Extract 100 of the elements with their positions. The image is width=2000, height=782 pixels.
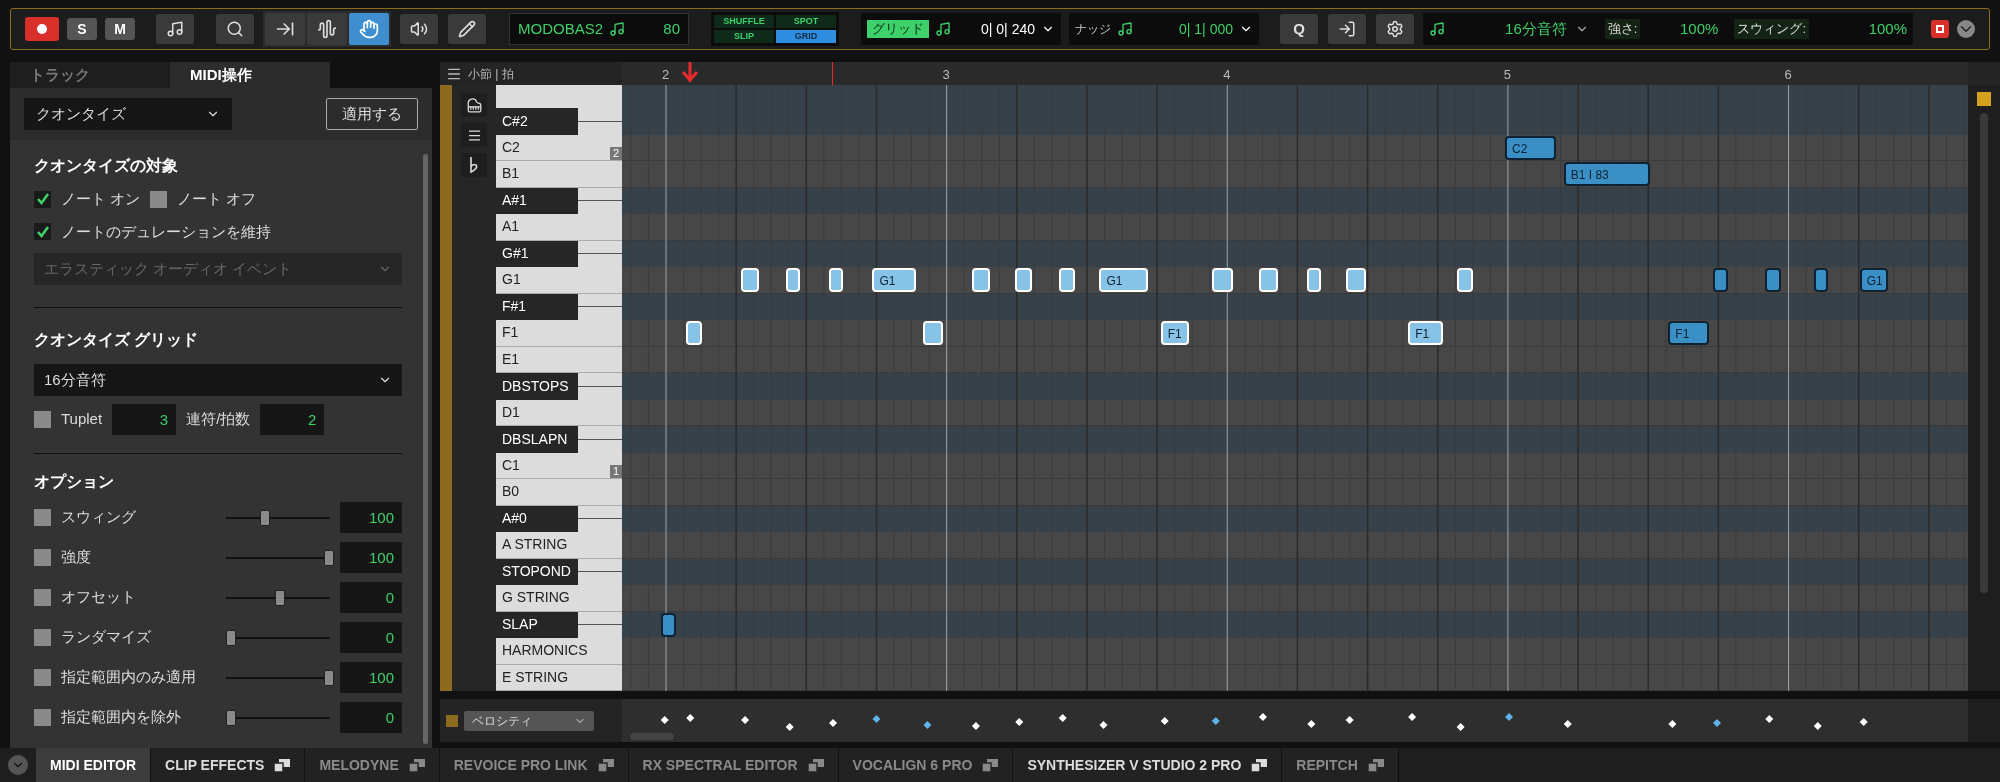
checkbox[interactable]: [34, 629, 51, 646]
flat-button[interactable]: [461, 153, 487, 177]
sharp-piano-key[interactable]: DBSTOPS: [496, 373, 578, 400]
mute-button[interactable]: M: [105, 18, 135, 40]
waveform-tool-button[interactable]: [307, 13, 347, 45]
pencil-button[interactable]: [447, 13, 487, 45]
option-value-field[interactable]: 0: [339, 582, 402, 613]
playhead-marker-icon[interactable]: [682, 62, 698, 82]
scrollbar[interactable]: [423, 154, 428, 744]
panel-tab[interactable]: トラック: [10, 62, 170, 88]
settings-button[interactable]: [1375, 13, 1415, 45]
solo-button[interactable]: S: [67, 18, 97, 40]
track-name-field[interactable]: MODOBAS2 80: [509, 13, 689, 45]
sharp-piano-key[interactable]: STOPOND: [496, 558, 578, 585]
option-label: スウィング: [61, 507, 137, 528]
checkbox[interactable]: [34, 509, 51, 526]
option-value-field[interactable]: 0: [339, 622, 402, 653]
quantize-value[interactable]: 16分音符: [1505, 17, 1567, 41]
slider[interactable]: [225, 709, 330, 726]
midi-note[interactable]: G1: [872, 268, 916, 292]
quantize-button[interactable]: Q: [1279, 13, 1319, 45]
record-button[interactable]: [25, 17, 59, 41]
view-tab[interactable]: RX SPECTRAL EDITOR: [628, 748, 839, 782]
midi-note[interactable]: G1: [1099, 268, 1148, 292]
midi-note[interactable]: C2: [1505, 135, 1557, 160]
midi-note[interactable]: [1765, 268, 1781, 292]
piano-key[interactable]: C1 1: [496, 452, 622, 479]
midi-note[interactable]: F1: [1160, 321, 1189, 345]
sharp-piano-key[interactable]: G#1: [496, 240, 578, 267]
window-button[interactable]: [1931, 20, 1949, 38]
view-tab[interactable]: VOCALIGN 6 PRO: [838, 748, 1014, 782]
option-value-field[interactable]: 0: [339, 702, 402, 733]
piano-key[interactable]: C2 2: [496, 134, 622, 161]
search-button[interactable]: [215, 13, 255, 45]
section-heading: オプション: [34, 472, 115, 492]
timeline-ruler[interactable]: 2 3 4 5 6: [622, 62, 1968, 85]
edit-mode-button[interactable]: SPOT: [776, 15, 836, 28]
lane-dropdown[interactable]: ベロシティ: [464, 710, 594, 731]
settings-icon: [1386, 20, 1404, 38]
note-icon: [1429, 21, 1445, 37]
slider[interactable]: [225, 589, 330, 606]
edit-mode-button[interactable]: SHUFFLE: [714, 15, 774, 28]
option-value-field[interactable]: 100: [339, 502, 402, 533]
grid-toggle-icon[interactable]: [1976, 91, 1992, 107]
speaker-button[interactable]: [399, 13, 439, 45]
view-tab[interactable]: MIDI EDITOR: [36, 748, 152, 782]
view-tab[interactable]: SYNTHESIZER V STUDIO 2 PRO: [1013, 748, 1283, 782]
arrow-to-line-icon: [275, 19, 295, 39]
apply-button[interactable]: 適用する: [326, 98, 418, 130]
sharp-piano-key[interactable]: A#1: [496, 187, 578, 214]
operation-dropdown[interactable]: クオンタイズ: [24, 98, 232, 130]
checkbox[interactable]: [34, 190, 51, 208]
midi-note[interactable]: B1 I 83: [1563, 162, 1651, 186]
sharp-piano-key[interactable]: A#0: [496, 505, 578, 532]
option-label: オフセット: [61, 587, 137, 608]
edit-mode-button[interactable]: GRID: [776, 30, 836, 43]
grid-field[interactable]: グリッド 0| 0| 240: [861, 13, 1061, 45]
checkbox-label: ノート オン: [61, 189, 141, 209]
scrollbar[interactable]: [1980, 113, 1988, 593]
slider[interactable]: [225, 509, 330, 526]
tuplet-field[interactable]: 3: [112, 404, 177, 435]
checkbox[interactable]: [34, 549, 51, 566]
sharp-piano-key[interactable]: SLAP: [496, 611, 578, 638]
keyboard-menu-button[interactable]: [461, 93, 487, 117]
midi-note[interactable]: [1713, 268, 1729, 292]
option-value-field[interactable]: 100: [339, 542, 402, 573]
midi-note[interactable]: G1: [1859, 268, 1888, 292]
edit-mode-button[interactable]: SLIP: [714, 30, 774, 43]
view-tab[interactable]: CLIP EFFECTS: [151, 748, 306, 782]
sharp-piano-key[interactable]: F#1: [496, 293, 578, 320]
panel-tab[interactable]: MIDI操作: [170, 62, 330, 88]
checkbox[interactable]: [150, 190, 168, 208]
midi-note[interactable]: F1: [1408, 321, 1443, 345]
midi-note[interactable]: [1813, 268, 1828, 292]
bar-number: 3: [942, 66, 950, 84]
view-tab[interactable]: REVOICE PRO LINK: [439, 748, 629, 782]
piano-keyboard[interactable]: C#2 C2 2 B1 A#1 A1 G#1 G1 F#1 F1 E1 DBSTOPS D1 DBSLAPN C1 1 B0 A#0 A STRING STOPOND G STRING SLAP HARMONICS E STRING: [496, 85, 622, 691]
grid-dropdown[interactable]: 16分音符: [34, 364, 402, 396]
slider[interactable]: [225, 629, 330, 646]
sharp-piano-key[interactable]: C#2: [496, 108, 578, 135]
list-menu-button[interactable]: [461, 123, 487, 147]
ruler-label: 小節 | 拍: [468, 65, 514, 83]
midi-note[interactable]: F1: [1668, 321, 1710, 345]
checkbox[interactable]: [34, 223, 51, 241]
note-grid[interactable]: C2 B1 I 83 G1 G1 G1 F1 F1 F1: [622, 85, 1968, 691]
track-name: MODOBAS2: [518, 18, 604, 39]
view-tab[interactable]: REPITCH: [1282, 748, 1399, 782]
checkbox[interactable]: [34, 709, 51, 726]
checkbox[interactable]: [34, 589, 51, 606]
checkbox[interactable]: [34, 669, 51, 686]
import-button[interactable]: [1327, 13, 1367, 45]
nudge-field[interactable]: ナッジ 0| 1| 000: [1069, 13, 1259, 45]
option-value-field[interactable]: 100: [339, 662, 402, 693]
sharp-piano-key[interactable]: DBSLAPN: [496, 426, 578, 453]
view-tab[interactable]: MELODYNE: [305, 748, 440, 782]
music-notes-button[interactable]: [155, 13, 195, 45]
option-label: 指定範囲内を除外: [61, 707, 182, 728]
tuplet-ratio-field[interactable]: 2: [260, 404, 325, 435]
checkbox[interactable]: [34, 411, 51, 428]
menu-caret-icon[interactable]: [1957, 20, 1975, 38]
